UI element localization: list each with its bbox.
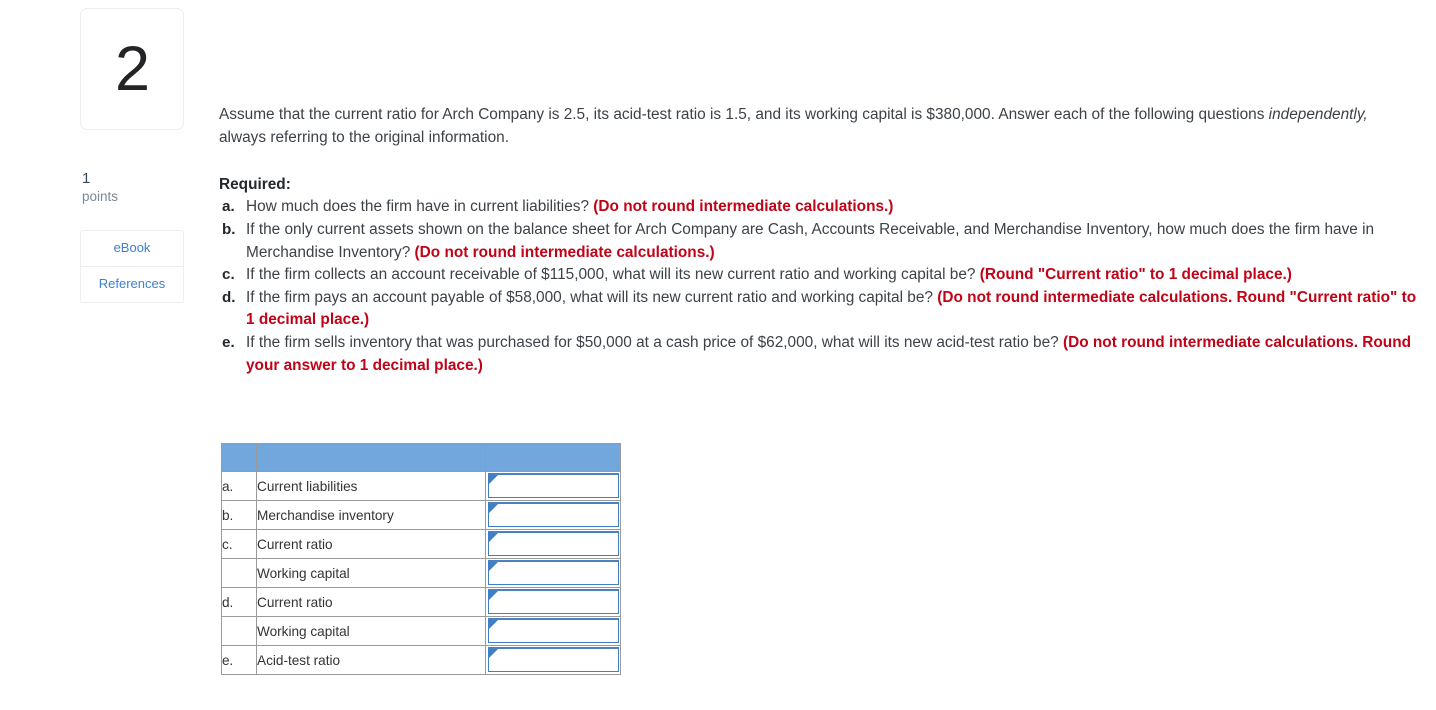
answer-table-wrap: a. Current liabilities b. Merchandise in…: [221, 443, 621, 675]
item-marker-c: c.: [222, 266, 235, 284]
input-wrapper: [487, 473, 620, 498]
answer-input-c-working-capital[interactable]: [487, 560, 619, 585]
references-button[interactable]: References: [81, 266, 183, 302]
row-letter: [221, 616, 257, 646]
row-letter: c.: [221, 529, 257, 559]
row-input-cell[interactable]: [485, 558, 621, 588]
row-label: Merchandise inventory: [256, 500, 486, 530]
input-wrapper: [487, 589, 620, 614]
row-input-cell[interactable]: [485, 529, 621, 559]
item-text-a: How much does the firm have in current l…: [246, 198, 594, 216]
input-wrapper: [487, 531, 620, 556]
header-cell-letter: [221, 443, 257, 472]
item-instruction-b: (Do not round intermediate calculations.…: [414, 243, 715, 261]
answer-table-header-row: [221, 443, 621, 472]
table-row: c. Current ratio: [221, 529, 621, 559]
row-label: Current ratio: [256, 587, 486, 617]
table-row: b. Merchandise inventory: [221, 500, 621, 530]
requirement-item-e: e. If the firm sells inventory that was p…: [219, 332, 1419, 377]
question-rail: 2 1 points eBook References: [80, 8, 186, 303]
intro-italic: independently,: [1268, 106, 1368, 124]
requirement-item-b: b. If the only current assets shown on th…: [219, 219, 1419, 264]
row-label: Current liabilities: [256, 471, 486, 501]
answer-input-d-working-capital[interactable]: [487, 618, 619, 643]
question-intro: Assume that the current ratio for Arch C…: [219, 103, 1389, 149]
table-row: Working capital: [221, 616, 621, 646]
table-row: a. Current liabilities: [221, 471, 621, 501]
item-instruction-c: (Round "Current ratio" to 1 decimal plac…: [979, 266, 1292, 284]
requirement-item-d: d. If the firm pays an account payable of…: [219, 287, 1419, 332]
item-text-c: If the firm collects an account receivab…: [246, 266, 980, 284]
intro-part1: Assume that the current ratio for Arch C…: [219, 106, 1269, 124]
question-content: Assume that the current ratio for Arch C…: [219, 88, 1419, 377]
input-wrapper: [487, 647, 620, 672]
item-text-d: If the firm pays an account payable of $…: [246, 288, 938, 306]
item-instruction-a: (Do not round intermediate calculations.…: [593, 198, 894, 216]
row-letter: b.: [221, 500, 257, 530]
requirement-item-a: a. How much does the firm have in current…: [219, 196, 1419, 219]
table-row: e. Acid-test ratio: [221, 645, 621, 675]
row-input-cell[interactable]: [485, 645, 621, 675]
answer-input-d-current-ratio[interactable]: [487, 589, 619, 614]
required-heading: Required:: [219, 176, 291, 194]
table-row: d. Current ratio: [221, 587, 621, 617]
header-cell-value: [485, 443, 621, 472]
question-number: 2: [114, 33, 150, 104]
item-text-e: If the firm sells inventory that was pur…: [246, 333, 1063, 351]
row-letter: [221, 558, 257, 588]
answer-input-a[interactable]: [487, 473, 619, 498]
intro-part2: always referring to the original informa…: [219, 129, 509, 147]
question-number-box: 2: [80, 8, 184, 130]
answer-input-b[interactable]: [487, 502, 619, 527]
requirement-item-c: c. If the firm collects an account receiv…: [219, 264, 1419, 287]
row-letter: d.: [221, 587, 257, 617]
row-label: Acid-test ratio: [256, 645, 486, 675]
item-marker-b: b.: [222, 220, 236, 238]
input-wrapper: [487, 502, 620, 527]
answer-table: a. Current liabilities b. Merchandise in…: [221, 443, 621, 675]
row-label: Working capital: [256, 558, 486, 588]
input-wrapper: [487, 560, 620, 585]
answer-input-c-current-ratio[interactable]: [487, 531, 619, 556]
row-label: Working capital: [256, 616, 486, 646]
table-row: Working capital: [221, 558, 621, 588]
row-input-cell[interactable]: [485, 587, 621, 617]
header-cell-label: [256, 443, 486, 472]
input-wrapper: [487, 618, 620, 643]
row-letter: e.: [221, 645, 257, 675]
item-marker-a: a.: [222, 198, 235, 216]
row-input-cell[interactable]: [485, 616, 621, 646]
points-value: 1: [82, 170, 91, 187]
row-label: Current ratio: [256, 529, 486, 559]
row-letter: a.: [221, 471, 257, 501]
ebook-button[interactable]: eBook: [81, 231, 183, 266]
row-input-cell[interactable]: [485, 500, 621, 530]
points-label: points: [82, 189, 119, 204]
requirements-list: a. How much does the firm have in current…: [219, 196, 1419, 377]
resource-button-group: eBook References: [80, 230, 184, 303]
answer-input-e[interactable]: [487, 647, 619, 672]
points-block: 1 points: [80, 169, 186, 206]
question-page: 2 1 points eBook References Assume that …: [0, 0, 1436, 710]
item-marker-d: d.: [222, 288, 236, 306]
item-marker-e: e.: [222, 333, 235, 351]
row-input-cell[interactable]: [485, 471, 621, 501]
